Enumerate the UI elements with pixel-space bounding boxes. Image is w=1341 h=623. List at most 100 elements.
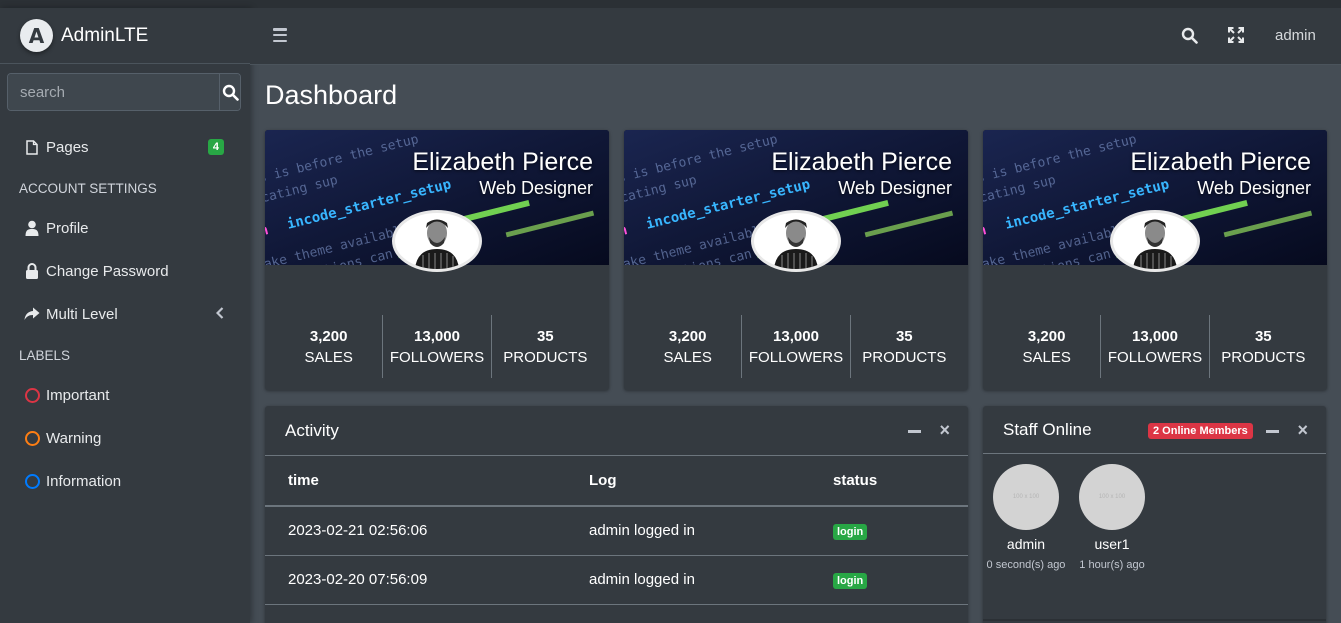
- sidebar-item-label: Pages: [46, 138, 89, 156]
- sidebar-item-label: Change Password: [46, 262, 169, 280]
- profile-stats: 3,200 SALES 13,000 FOLLOWERS 35 PRODUCTS: [634, 315, 958, 378]
- staff-title: Staff Online: [1003, 419, 1092, 439]
- stat-products: 35 PRODUCTS: [1208, 315, 1317, 378]
- sidebar-item-label: Warning: [46, 429, 102, 447]
- navbar-search-icon[interactable]: [1181, 27, 1198, 49]
- staff-member[interactable]: 100 x 100 user1 1 hour(s) ago: [1069, 464, 1155, 574]
- staff-member[interactable]: 100 x 100 admin 0 second(s) ago: [983, 464, 1069, 574]
- member-name: admin: [1006, 536, 1046, 552]
- profile-name: Elizabeth Pierce: [1130, 148, 1311, 176]
- column-header-time: time: [265, 456, 589, 507]
- activity-title: Activity: [285, 420, 339, 440]
- online-members-badge: 2 Online Members: [1148, 423, 1253, 439]
- profile-card: this is before the setup indicating sup …: [265, 130, 609, 390]
- search-icon: [222, 84, 239, 101]
- cell-status: [833, 604, 968, 623]
- table-row: [265, 604, 968, 623]
- profile-role: Web Designer: [479, 178, 593, 198]
- member-last-seen: 0 second(s) ago: [986, 559, 1066, 571]
- brand-link[interactable]: A AdminLTE: [0, 8, 250, 64]
- fullscreen-icon[interactable]: [1228, 27, 1244, 48]
- chevron-left-icon: [215, 306, 224, 322]
- profile-card: this is before the setup indicating sup …: [983, 130, 1327, 390]
- avatar: 100 x 100: [993, 464, 1059, 530]
- column-header-log: Log: [589, 456, 833, 507]
- cell-log: [589, 604, 833, 623]
- profile-card: this is before the setup indicating sup …: [624, 130, 968, 390]
- status-badge: login: [833, 573, 868, 589]
- sidebar-item-profile[interactable]: Profile: [0, 209, 250, 247]
- card-tools: ×: [908, 421, 950, 439]
- sidebar-item-important[interactable]: Important: [0, 376, 250, 414]
- circle-important-icon: [24, 386, 40, 404]
- sidebar-item-change-password[interactable]: Change Password: [0, 252, 250, 290]
- cell-time: [265, 604, 589, 623]
- profile-name: Elizabeth Pierce: [771, 148, 952, 176]
- sidebar-item-information[interactable]: Information: [0, 462, 250, 500]
- cell-status: login: [833, 555, 968, 605]
- menu-toggle-icon[interactable]: [273, 28, 287, 42]
- card-divider: [983, 619, 1326, 621]
- cell-log: admin logged in: [589, 506, 833, 556]
- lock-icon: [24, 262, 40, 280]
- stat-sales: 3,200 SALES: [663, 327, 712, 366]
- cell-status: login: [833, 506, 968, 556]
- share-icon: [24, 305, 40, 323]
- stat-followers: 13,000 FOLLOWERS: [1100, 315, 1208, 378]
- close-icon[interactable]: ×: [939, 421, 950, 439]
- sidebar-item-label: Profile: [46, 219, 89, 237]
- profile-role: Web Designer: [1197, 178, 1311, 198]
- stat-followers: 13,000 FOLLOWERS: [382, 315, 490, 378]
- stat-followers: 13,000 FOLLOWERS: [741, 315, 849, 378]
- nav-header-account: ACCOUNT SETTINGS: [19, 181, 157, 196]
- profile-name: Elizabeth Pierce: [412, 148, 593, 176]
- activity-card: Activity × time Log status 2023-02-21 02…: [265, 406, 968, 623]
- sidebar-item-label: Multi Level: [46, 305, 118, 323]
- profile-stats: 3,200 SALES 13,000 FOLLOWERS 35 PRODUCTS: [275, 315, 599, 378]
- table-header-row: time Log status: [265, 456, 968, 507]
- stat-sales: 3,200 SALES: [304, 327, 353, 366]
- minimize-icon[interactable]: [1266, 430, 1280, 433]
- pages-count-badge: 4: [207, 139, 224, 155]
- sidebar-item-multi-level[interactable]: Multi Level: [0, 295, 250, 333]
- circle-information-icon: [24, 472, 40, 490]
- member-name: user1: [1094, 536, 1130, 552]
- profile-role: Web Designer: [838, 178, 952, 198]
- sidebar-search: [7, 73, 241, 111]
- sidebar-search-input[interactable]: [8, 74, 219, 110]
- circle-warning-icon: [24, 429, 40, 447]
- cell-time: 2023-02-21 02:56:06: [265, 506, 589, 556]
- close-icon[interactable]: ×: [1297, 421, 1308, 439]
- sidebar-item-label: Information: [46, 472, 122, 490]
- activity-card-header: Activity ×: [265, 406, 968, 456]
- minimize-icon[interactable]: [908, 430, 922, 433]
- staff-card-header: Staff Online 2 Online Members ×: [983, 406, 1326, 454]
- table-row: 2023-02-20 07:56:09 admin logged in logi…: [265, 555, 968, 605]
- user-icon: [24, 219, 40, 237]
- sidebar-search-button[interactable]: [219, 74, 240, 110]
- column-header-status: status: [833, 456, 968, 507]
- avatar: 100 x 100: [1079, 464, 1145, 530]
- stat-sales: 3,200 SALES: [1022, 327, 1071, 366]
- page-title: Dashboard: [265, 80, 398, 110]
- stat-products: 35 PRODUCTS: [849, 315, 958, 378]
- profile-avatar: [1110, 210, 1200, 272]
- cell-time: 2023-02-20 07:56:09: [265, 555, 589, 605]
- profile-stats: 3,200 SALES 13,000 FOLLOWERS 35 PRODUCTS: [993, 315, 1317, 378]
- sidebar-item-pages[interactable]: Pages 4: [0, 128, 250, 166]
- card-tools: ×: [1266, 421, 1308, 439]
- sidebar-item-warning[interactable]: Warning: [0, 419, 250, 457]
- nav-header-labels: LABELS: [19, 348, 71, 363]
- stat-products: 35 PRODUCTS: [490, 315, 599, 378]
- file-icon: [24, 138, 40, 156]
- sidebar-item-label: Important: [46, 386, 110, 404]
- table-row: 2023-02-21 02:56:06 admin logged in logi…: [265, 506, 968, 556]
- brand-logo: A: [20, 19, 53, 52]
- cell-log: admin logged in: [589, 555, 833, 605]
- activity-table: time Log status 2023-02-21 02:56:06 admi…: [265, 456, 968, 623]
- top-navbar: admin: [250, 8, 1341, 65]
- user-menu[interactable]: admin: [1275, 27, 1316, 44]
- member-last-seen: 1 hour(s) ago: [1079, 559, 1145, 571]
- profile-avatar: [392, 210, 482, 272]
- staff-online-card: Staff Online 2 Online Members × 100 x 10…: [983, 406, 1326, 623]
